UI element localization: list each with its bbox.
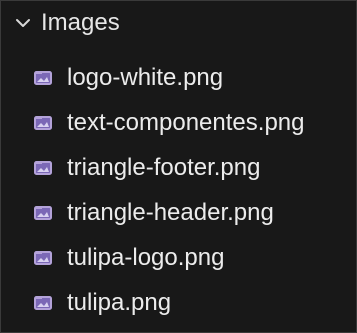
image-file-icon — [33, 69, 53, 87]
file-item-logo-white[interactable]: logo-white.png — [1, 55, 356, 100]
image-file-icon — [33, 249, 53, 267]
file-list: logo-white.png text-componentes.png tria… — [1, 55, 356, 325]
file-label: tulipa.png — [67, 288, 172, 316]
file-label: triangle-footer.png — [67, 153, 261, 181]
file-item-tulipa-logo[interactable]: tulipa-logo.png — [1, 235, 356, 280]
image-file-icon — [33, 204, 53, 222]
explorer-panel: Images logo-white.png text-componentes.p… — [0, 0, 357, 333]
file-label: tulipa-logo.png — [67, 243, 225, 271]
file-label: logo-white.png — [67, 63, 224, 91]
file-item-text-componentes[interactable]: text-componentes.png — [1, 100, 356, 145]
image-file-icon — [33, 159, 53, 177]
file-label: triangle-header.png — [67, 198, 274, 226]
file-item-tulipa[interactable]: tulipa.png — [1, 280, 356, 325]
chevron-down-icon[interactable] — [13, 13, 33, 33]
file-item-triangle-footer[interactable]: triangle-footer.png — [1, 145, 356, 190]
folder-label: Images — [41, 9, 120, 36]
image-file-icon — [33, 294, 53, 312]
file-item-triangle-header[interactable]: triangle-header.png — [1, 190, 356, 235]
folder-images[interactable]: Images — [1, 3, 356, 43]
image-file-icon — [33, 114, 53, 132]
file-label: text-componentes.png — [67, 108, 305, 136]
